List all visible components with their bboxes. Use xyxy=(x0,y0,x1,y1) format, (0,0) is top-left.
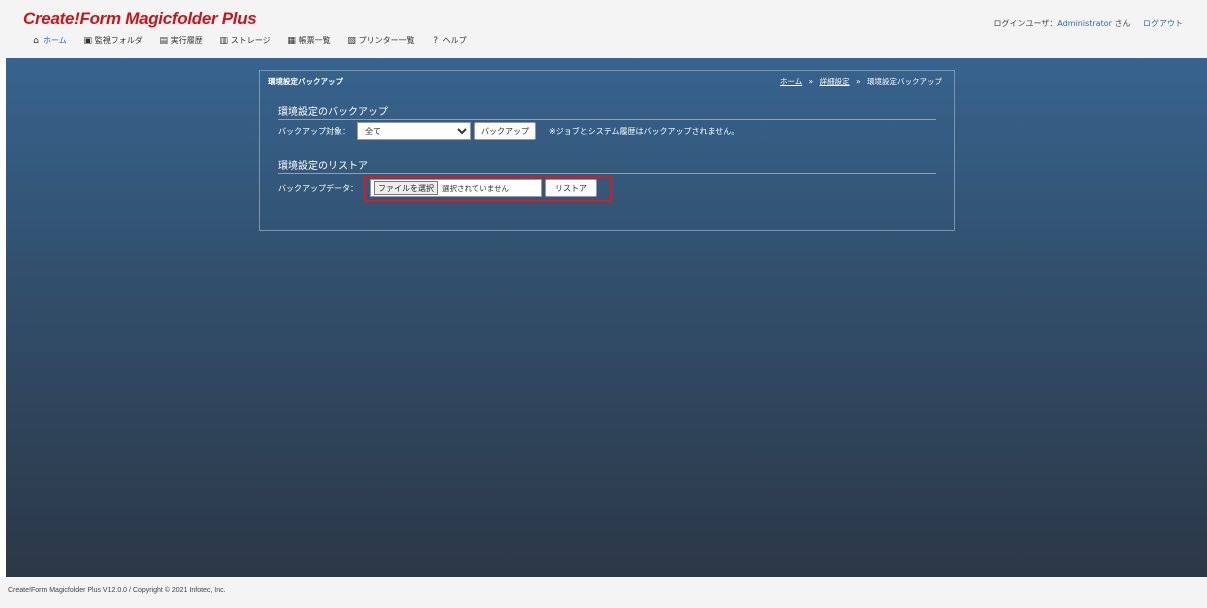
nav-help-label: ヘルプ xyxy=(442,36,467,45)
nav-home-label: ホーム xyxy=(43,36,67,45)
restore-section-heading: 環境設定のリストア xyxy=(278,157,936,174)
backup-button[interactable]: バックアップ xyxy=(474,122,536,140)
main-content: 環境設定バックアップ ホーム » 詳細設定 » 環境設定バックアップ 環境設定の… xyxy=(6,58,1207,577)
breadcrumb-current: 環境設定バックアップ xyxy=(867,77,942,86)
nav-storage[interactable]: ▥ ストレージ xyxy=(219,35,271,46)
file-status-text: 選択されていません xyxy=(442,183,510,193)
nav-help[interactable]: ? ヘルプ xyxy=(431,35,467,46)
form-list-icon: ▦ xyxy=(287,35,296,46)
main-nav: ⌂ ホーム ▣ 監視フォルダ ▤ 実行履歴 ▥ ストレージ ▦ 帳票一覧 ▧ プ… xyxy=(31,35,483,46)
nav-printer-list-label: プリンター一覧 xyxy=(358,36,415,45)
nav-history-label: 実行履歴 xyxy=(170,36,203,45)
backup-section-heading: 環境設定のバックアップ xyxy=(278,103,936,120)
folder-watch-icon: ▣ xyxy=(83,35,93,46)
login-user-prefix: ログインユーザ： xyxy=(993,19,1058,28)
backup-note: ※ジョブとシステム履歴はバックアップされません。 xyxy=(549,127,740,136)
choose-file-button[interactable]: ファイルを選択 xyxy=(374,181,438,195)
storage-icon: ▥ xyxy=(219,35,229,46)
restore-button[interactable]: リストア xyxy=(545,179,597,197)
nav-form-list[interactable]: ▦ 帳票一覧 xyxy=(287,35,331,46)
breadcrumb-home[interactable]: ホーム xyxy=(780,77,802,86)
user-bar: ログインユーザ：Administrator さん ログアウト xyxy=(994,18,1183,29)
app-logo[interactable]: Create!Form Magicfolder Plus xyxy=(23,9,257,29)
breadcrumb: ホーム » 詳細設定 » 環境設定バックアップ xyxy=(780,76,942,87)
backup-panel: 環境設定バックアップ ホーム » 詳細設定 » 環境設定バックアップ 環境設定の… xyxy=(259,70,955,231)
logout-link[interactable]: ログアウト xyxy=(1143,19,1183,28)
breadcrumb-settings[interactable]: 詳細設定 xyxy=(820,77,850,86)
breadcrumb-separator: » xyxy=(856,77,861,86)
header: Create!Form Magicfolder Plus ⌂ ホーム ▣ 監視フ… xyxy=(0,0,1207,58)
home-icon: ⌂ xyxy=(33,35,39,46)
history-icon: ▤ xyxy=(159,35,169,46)
copyright-text: Create!Form Magicfolder Plus V12.0.0 / C… xyxy=(8,587,226,594)
panel-title: 環境設定バックアップ xyxy=(268,77,343,86)
login-user-suffix: さん xyxy=(1114,19,1131,28)
backup-target-label: バックアップ対象： xyxy=(278,127,350,136)
nav-history[interactable]: ▤ 実行履歴 xyxy=(159,35,203,46)
login-user-name[interactable]: Administrator xyxy=(1057,19,1112,28)
nav-form-list-label: 帳票一覧 xyxy=(298,36,331,45)
backup-target-select[interactable]: 全て xyxy=(357,122,471,140)
nav-printer-list[interactable]: ▧ プリンター一覧 xyxy=(347,35,415,46)
printer-icon: ▧ xyxy=(347,35,356,46)
nav-home[interactable]: ⌂ ホーム xyxy=(31,35,67,46)
help-icon: ? xyxy=(433,35,438,46)
nav-watch-folder[interactable]: ▣ 監視フォルダ xyxy=(83,35,143,46)
file-input[interactable]: ファイルを選択 選択されていません xyxy=(370,179,542,197)
breadcrumb-separator: » xyxy=(808,77,814,86)
nav-storage-label: ストレージ xyxy=(230,36,271,45)
backup-data-label: バックアップデータ： xyxy=(278,184,358,193)
footer: Create!Form Magicfolder Plus V12.0.0 / C… xyxy=(0,577,1207,608)
nav-watch-folder-label: 監視フォルダ xyxy=(94,36,143,45)
